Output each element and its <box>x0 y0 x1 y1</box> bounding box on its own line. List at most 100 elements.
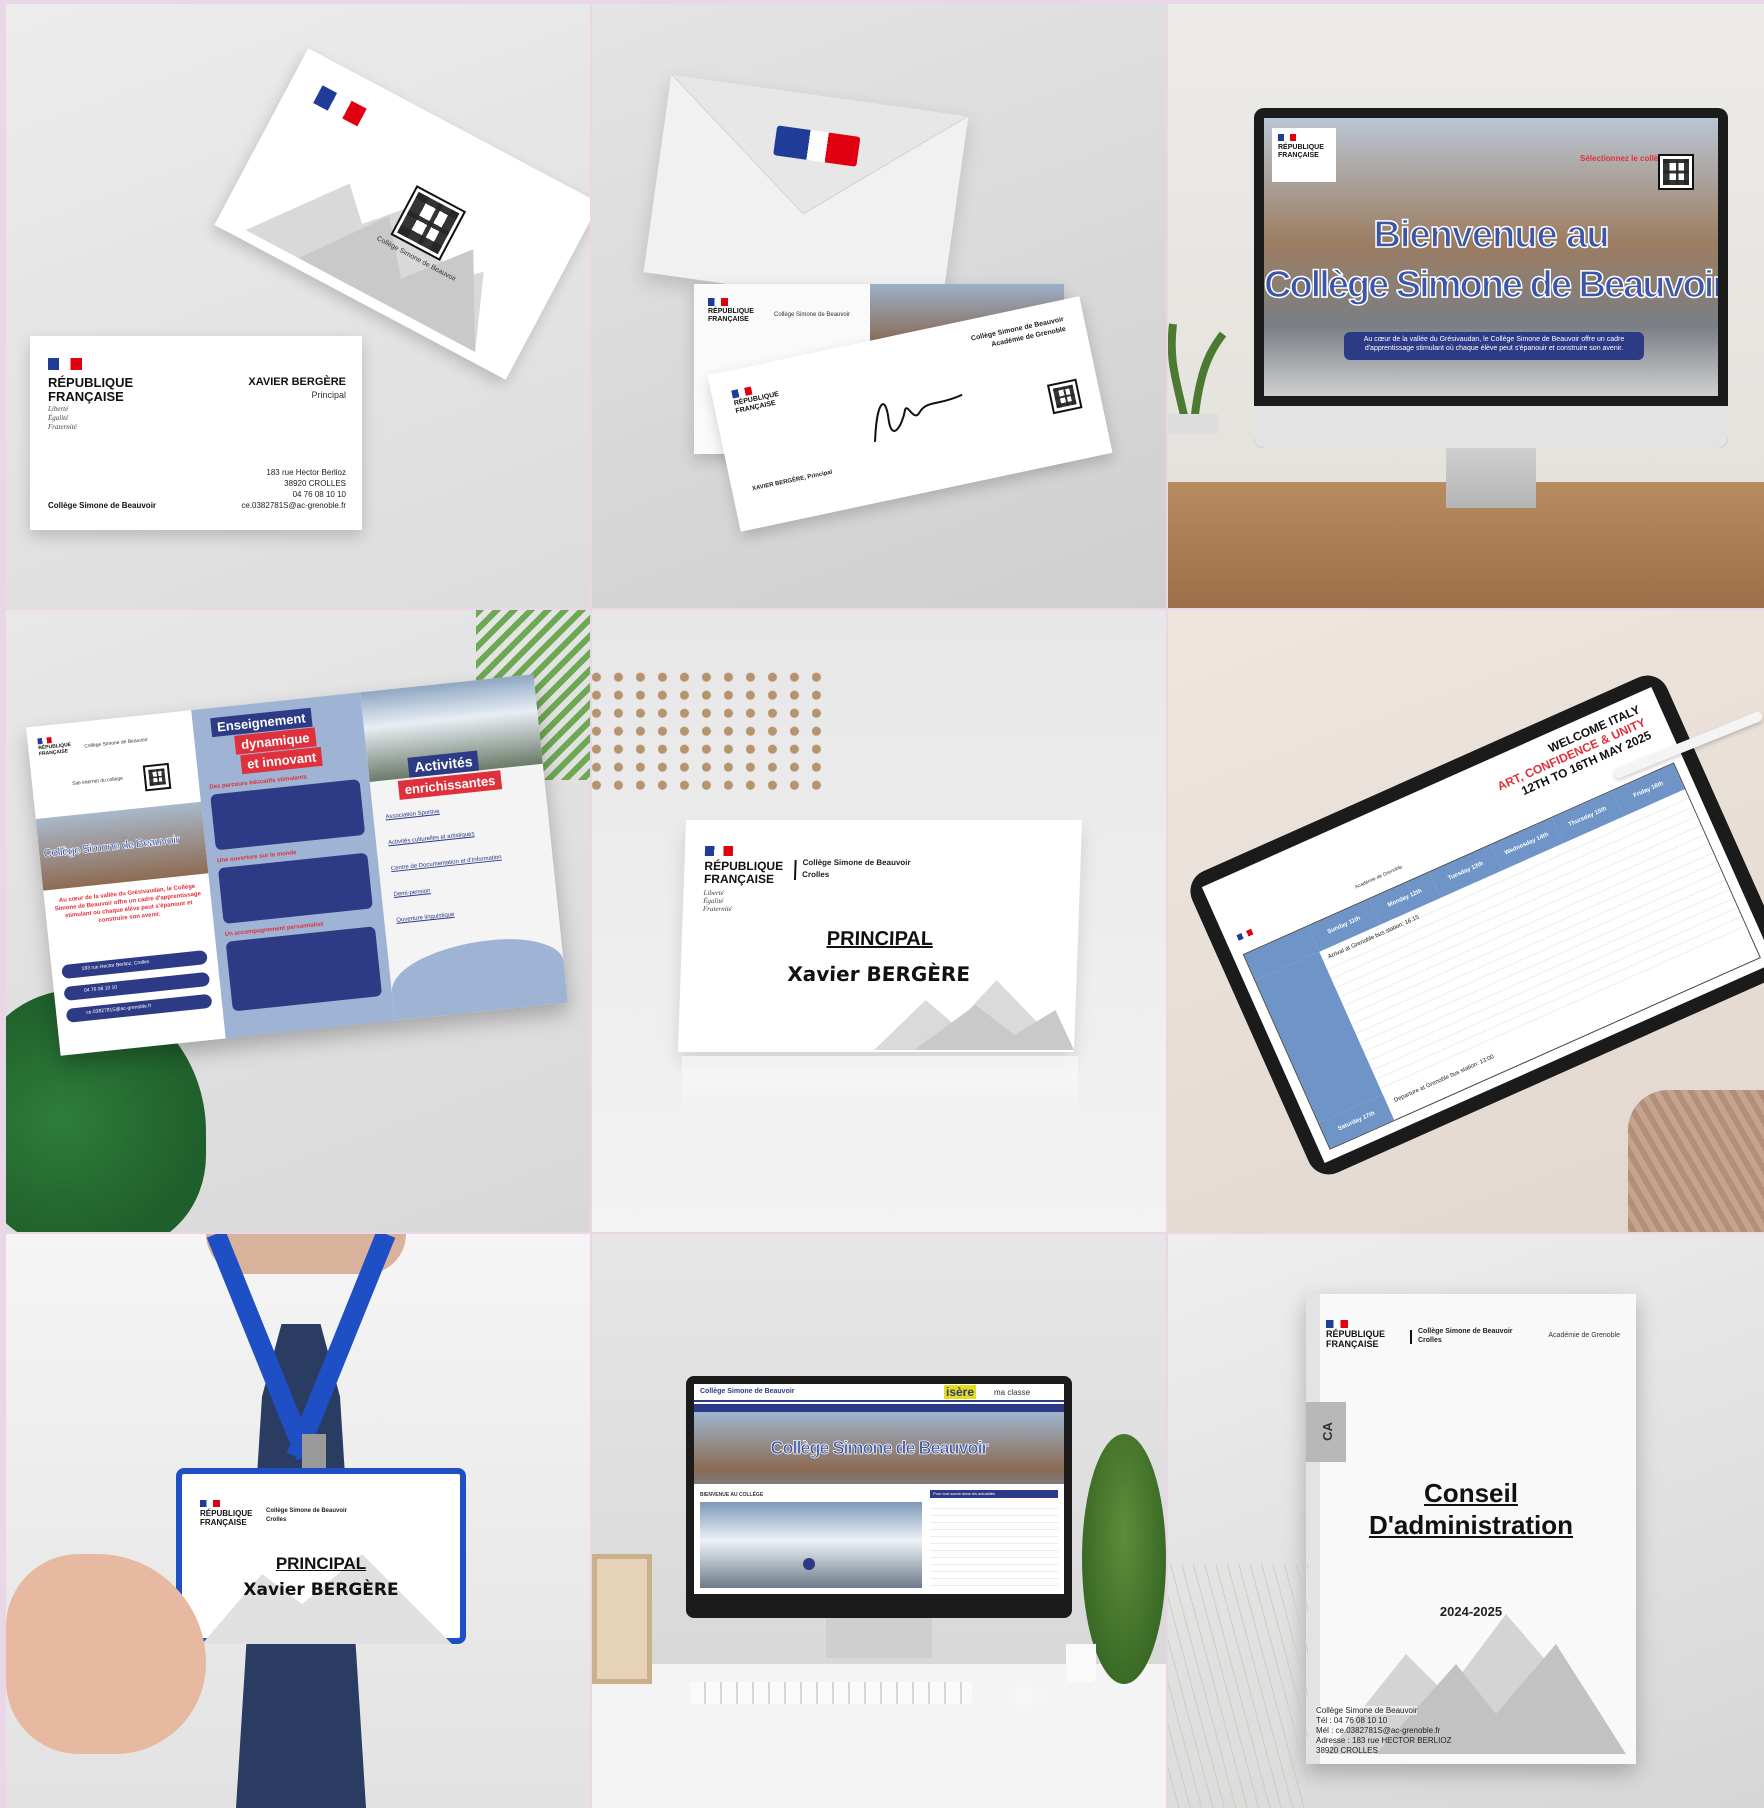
activite-5: Ouverture linguistique <box>396 911 455 924</box>
binder-footer-1: Collège Simone de Beauvoir <box>1316 1706 1418 1715</box>
screen-subtitle-band: Au cœur de la vallée du Grésivaudan, le … <box>1344 332 1644 360</box>
dried-flowers <box>592 670 832 790</box>
qr-code <box>142 762 172 792</box>
badge-city: Crolles <box>266 1517 287 1523</box>
binder-college: Collège Simone de Beauvoir <box>1418 1328 1513 1335</box>
card-college: Collège Simone de Beauvoir <box>48 501 157 510</box>
badge-role: PRINCIPAL <box>275 1554 367 1573</box>
devise-fraternite: Fraternité <box>48 423 77 431</box>
envelope-mockup: RÉPUBLIQUE FRANÇAISE Collège Simone de B… <box>592 4 1166 608</box>
screen-republique-1: RÉPUBLIQUE <box>1278 144 1324 151</box>
play-icon[interactable] <box>803 1558 815 1570</box>
envelope-sender: XAVIER BERGÈRE, Principal <box>751 469 833 493</box>
card-address-1: 183 rue Hector Berlioz <box>266 468 346 477</box>
binder: RÉPUBLIQUE FRANÇAISE Collège Simone de B… <box>1306 1294 1636 1764</box>
mug <box>1066 1644 1096 1682</box>
screen-title-2: Collège Simone de Beauvoir <box>1264 263 1718 307</box>
lanyard-clip <box>302 1434 326 1470</box>
flag-icon <box>708 298 728 306</box>
site-video[interactable] <box>700 1502 922 1588</box>
republique-line-1: RÉPUBLIQUE <box>48 375 134 390</box>
card-address-2: 38920 CROLLES <box>284 479 346 488</box>
letter-college: Collège Simone de Beauvoir <box>774 312 851 318</box>
binder-title-2: D'administration <box>1368 1510 1574 1540</box>
tent-city: Crolles <box>801 870 830 879</box>
site-news-list <box>930 1502 1058 1588</box>
badge-republique-2: FRANÇAISE <box>200 1518 247 1527</box>
brochure-site-label[interactable]: Site internet du collège <box>72 776 123 787</box>
mockup-grid: Collège Simone de Beauvoir RÉPUBLIQUE FR… <box>6 4 1764 1808</box>
site-banner: Collège Simone de Beauvoir <box>694 1412 1064 1484</box>
contact-address-text: 183 rue Hector Berlioz, Crolles <box>81 958 150 973</box>
keyboard <box>690 1682 972 1704</box>
section-accompagnement-box <box>225 926 383 1012</box>
monitor-frame: RÉPUBLIQUE FRANÇAISE Sélectionnez le col… <box>1254 108 1728 448</box>
qr-code <box>1046 378 1083 415</box>
mountain-icon <box>874 980 1075 1050</box>
tablet-title-2: ART, CONFIDENCE & UNITY <box>1495 715 1648 794</box>
badge-college: Collège Simone de Beauvoir <box>266 1508 348 1514</box>
brochure-college: Collège Simone de Beauvoir <box>84 736 148 750</box>
site-banner-title: Collège Simone de Beauvoir <box>770 1438 989 1459</box>
business-card-back: Collège Simone de Beauvoir <box>214 48 590 380</box>
envelope-flap <box>670 74 969 215</box>
site-header-title[interactable]: Collège Simone de Beauvoir <box>700 1388 795 1395</box>
screen-logo-block: RÉPUBLIQUE FRANÇAISE <box>1272 128 1336 182</box>
badge-name: Xavier BERGÈRE <box>243 1580 399 1600</box>
website-mockup: Collège Simone de Beauvoir isère ma clas… <box>592 1234 1166 1808</box>
section-ouverture-box <box>217 852 373 924</box>
dried-grass <box>1168 1564 1308 1808</box>
plant <box>1168 304 1228 435</box>
brochure-intro: Au cœur de la vallée du Grésivaudan, le … <box>54 883 202 925</box>
brochure-republique-2: FRANÇAISE <box>38 748 69 758</box>
screen-republique-2: FRANÇAISE <box>1278 152 1319 159</box>
site-news-header: Pour tout savoir dans les actualités <box>930 1490 1058 1498</box>
brochure-panel-middle: Enseignement dynamique et innovant Des p… <box>191 692 395 1039</box>
letter-republique-2: FRANÇAISE <box>708 316 749 323</box>
binder-footer-4: Adresse : 183 rue HECTOR BERLIOZ <box>1316 1736 1452 1745</box>
envelope-back <box>643 74 969 314</box>
binder-academie: Académie de Grenoble <box>1548 1332 1620 1339</box>
letter-republique-1: RÉPUBLIQUE <box>708 308 754 315</box>
tent-devise-3: Fraternité <box>702 905 732 913</box>
brochure-mockup: RÉPUBLIQUE FRANÇAISE Collège Simone de B… <box>6 610 590 1232</box>
tent-logo-block: RÉPUBLIQUE FRANÇAISE Liberté Égalité Fra… <box>696 838 790 918</box>
site-nav[interactable] <box>694 1404 1064 1412</box>
flag-icon <box>48 358 82 370</box>
business-card-front: RÉPUBLIQUE FRANÇAISE Liberté Égalité Fra… <box>30 336 362 530</box>
flag-icon <box>1326 1320 1348 1328</box>
knit-sweater <box>1628 1090 1764 1232</box>
monitor-welcome-mockup: RÉPUBLIQUE FRANÇAISE Sélectionnez le col… <box>1168 4 1764 608</box>
brochure-banner: Collège Simone de Beauvoir <box>42 832 180 861</box>
binder-footer-2: Tél : 04 76 08 10 10 <box>1316 1716 1388 1725</box>
screen-subtitle: Au cœur de la vallée du Grésivaudan, le … <box>1363 336 1625 353</box>
brochure-sheet: RÉPUBLIQUE FRANÇAISE Collège Simone de B… <box>26 674 568 1056</box>
contact-phone-text: 04 76 08 10 10 <box>83 984 118 994</box>
flag-icon <box>1236 928 1254 941</box>
activite-2: Activités culturelles et artistiques <box>387 831 475 847</box>
monitor-stand <box>1446 448 1536 508</box>
imac-frame: Collège Simone de Beauvoir isère ma clas… <box>686 1376 1072 1618</box>
flag-icon <box>200 1500 220 1507</box>
monitor-screen: RÉPUBLIQUE FRANÇAISE Sélectionnez le col… <box>1264 118 1718 396</box>
flag-icon <box>313 85 367 127</box>
screen-title-1: Bienvenue au <box>1373 213 1611 257</box>
badge-mockup: RÉPUBLIQUE FRANÇAISE Collège Simone de B… <box>6 1234 590 1808</box>
business-card-mockup: Collège Simone de Beauvoir RÉPUBLIQUE FR… <box>6 4 590 608</box>
tent-role: PRINCIPAL <box>826 928 934 950</box>
tent-divider <box>793 860 797 880</box>
binder-title-1: Conseil <box>1424 1478 1518 1508</box>
screen-link-label[interactable]: Sélectionnez le collège <box>1580 154 1668 163</box>
card-phone: 04 76 08 10 10 <box>292 490 346 499</box>
binder-city: Crolles <box>1418 1337 1442 1344</box>
brochure-panel-right: Activités enrichissantes Association Spo… <box>360 674 568 1021</box>
flag-icon <box>704 846 734 856</box>
qr-code <box>1658 154 1694 190</box>
card-email: ce.0382781S@ac-grenoble.fr <box>241 501 346 510</box>
brochure-wave <box>387 932 568 1021</box>
site-isere-logo[interactable]: isère <box>944 1385 977 1399</box>
brochure-photo: Collège Simone de Beauvoir <box>35 801 209 891</box>
site-maclasse-logo[interactable]: ma classe <box>994 1388 1030 1397</box>
binder-footer-3: Mél : ce.0382781S@ac-grenoble.fr <box>1316 1726 1441 1735</box>
tent-card-mockup: RÉPUBLIQUE FRANÇAISE Liberté Égalité Fra… <box>592 610 1166 1232</box>
